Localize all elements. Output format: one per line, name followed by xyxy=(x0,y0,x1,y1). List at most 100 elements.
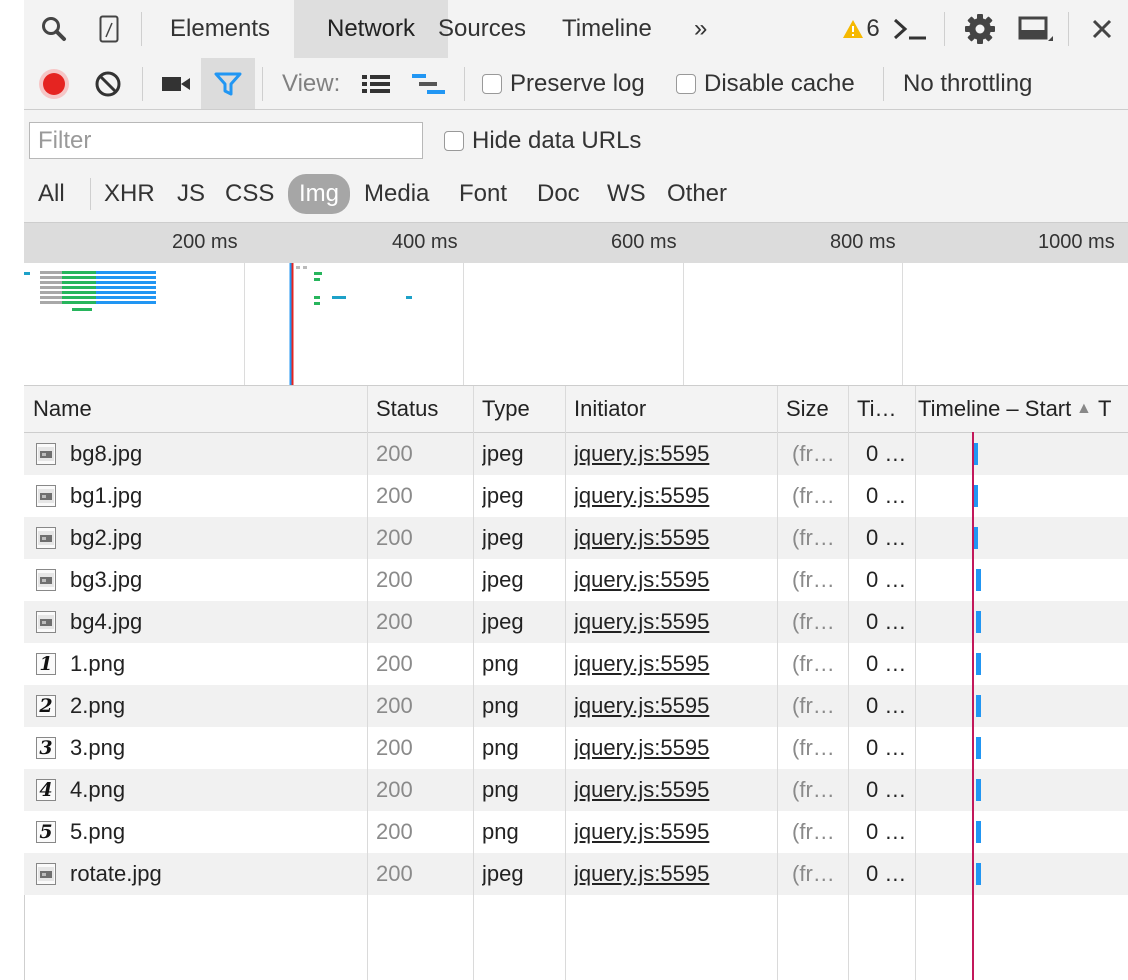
initiator-link[interactable]: jquery.js:5595 xyxy=(574,643,774,685)
settings-gear-icon[interactable] xyxy=(962,0,998,58)
time-cell: 0 … xyxy=(866,819,907,844)
table-row[interactable]: bg8.jpg 200 jpeg jquery.js:5595 (fr… 0 … xyxy=(24,433,1128,475)
request-name-text: 2.png xyxy=(70,693,126,718)
request-name[interactable]: bg4.jpg xyxy=(36,601,366,643)
request-name[interactable]: 4 4.png xyxy=(36,769,366,811)
toolbar-divider xyxy=(883,67,884,101)
sort-ascending-icon[interactable]: ▲ xyxy=(1076,386,1100,432)
initiator-link[interactable]: jquery.js:5595 xyxy=(574,769,774,811)
tab-timeline[interactable]: Timeline xyxy=(548,0,666,58)
initiator-link[interactable]: jquery.js:5595 xyxy=(574,811,774,853)
tab-elements[interactable]: Elements xyxy=(156,0,284,58)
initiator-link[interactable]: jquery.js:5595 xyxy=(574,727,774,769)
preserve-log-checkbox[interactable]: Preserve log xyxy=(482,58,645,109)
console-drawer-icon[interactable] xyxy=(890,0,930,58)
filter-type-font[interactable]: Font xyxy=(451,174,515,214)
filter-type-other[interactable]: Other xyxy=(659,174,735,214)
overview-request-bars xyxy=(24,266,412,311)
table-row[interactable]: rotate.jpg 200 jpeg jquery.js:5595 (fr… 0 … xyxy=(24,853,1128,895)
status-cell: 200 xyxy=(376,567,413,592)
table-row[interactable]: 5 5.png 200 png jquery.js:5595 (fr… 0 … xyxy=(24,811,1128,853)
filter-type-img[interactable]: Img xyxy=(288,174,350,214)
time-cell: 0 … xyxy=(866,777,907,802)
warnings-counter[interactable]: 6 xyxy=(836,0,886,58)
initiator-link[interactable]: jquery.js:5595 xyxy=(574,517,774,559)
device-mode-icon[interactable] xyxy=(94,0,124,58)
initiator-link[interactable]: jquery.js:5595 xyxy=(574,853,774,895)
column-timeline[interactable]: Timeline – Start xyxy=(915,386,1092,432)
column-time[interactable]: Ti… xyxy=(848,386,915,432)
inspect-search-icon[interactable] xyxy=(36,0,72,58)
requests-table-header: Name Status Type Initiator Size Ti… Time… xyxy=(24,386,1128,433)
more-tabs-button[interactable]: » xyxy=(680,0,721,58)
table-row[interactable]: 3 3.png 200 png jquery.js:5595 (fr… 0 … xyxy=(24,727,1128,769)
disable-cache-box[interactable] xyxy=(676,73,696,94)
devtools-panel: Elements Network Sources Timeline » 6 Vi… xyxy=(24,0,1128,980)
record-button[interactable] xyxy=(34,58,74,109)
table-row[interactable]: bg3.jpg 200 jpeg jquery.js:5595 (fr… 0 … xyxy=(24,559,1128,601)
request-name[interactable]: 3 3.png xyxy=(36,727,366,769)
request-name[interactable]: bg8.jpg xyxy=(36,433,366,475)
close-icon[interactable] xyxy=(1084,0,1120,58)
initiator-link[interactable]: jquery.js:5595 xyxy=(574,685,774,727)
table-row[interactable]: 4 4.png 200 png jquery.js:5595 (fr… 0 … xyxy=(24,769,1128,811)
filter-bar: Hide data URLs All XHR JS CSS Img Media … xyxy=(24,110,1128,223)
filter-input[interactable] xyxy=(29,122,423,159)
column-status[interactable]: Status xyxy=(367,386,473,432)
column-divider xyxy=(848,386,849,980)
overview-graph[interactable] xyxy=(24,263,1128,386)
filter-toggle-icon[interactable] xyxy=(201,58,255,109)
filter-type-css[interactable]: CSS xyxy=(217,174,282,214)
initiator-link[interactable]: jquery.js:5595 xyxy=(574,559,774,601)
filter-type-all[interactable]: All xyxy=(30,174,73,214)
filter-type-media[interactable]: Media xyxy=(356,174,437,214)
table-row[interactable]: 2 2.png 200 png jquery.js:5595 (fr… 0 … xyxy=(24,685,1128,727)
hide-data-urls-box[interactable] xyxy=(444,131,464,151)
column-size[interactable]: Size xyxy=(777,386,848,432)
column-initiator[interactable]: Initiator xyxy=(565,386,777,432)
request-name-text: 4.png xyxy=(70,777,126,802)
disable-cache-checkbox[interactable]: Disable cache xyxy=(676,58,855,109)
filter-type-js[interactable]: JS xyxy=(169,174,213,214)
initiator-link[interactable]: jquery.js:5595 xyxy=(574,475,774,517)
tab-sources[interactable]: Sources xyxy=(424,0,540,58)
capture-screenshots-icon[interactable] xyxy=(156,58,196,109)
filter-type-ws[interactable]: WS xyxy=(599,174,654,214)
table-row[interactable]: bg1.jpg 200 jpeg jquery.js:5595 (fr… 0 … xyxy=(24,475,1128,517)
request-name[interactable]: 5 5.png xyxy=(36,811,366,853)
devtools-tab-bar: Elements Network Sources Timeline » 6 xyxy=(24,0,1128,59)
filter-type-xhr[interactable]: XHR xyxy=(96,174,163,214)
table-row[interactable]: bg4.jpg 200 jpeg jquery.js:5595 (fr… 0 … xyxy=(24,601,1128,643)
toolbar-divider xyxy=(464,67,465,101)
initiator-link[interactable]: jquery.js:5595 xyxy=(574,601,774,643)
hide-data-urls-checkbox[interactable]: Hide data URLs xyxy=(444,124,641,158)
tick-label: 800 ms xyxy=(830,231,896,253)
dock-side-icon[interactable] xyxy=(1014,0,1058,58)
preserve-log-box[interactable] xyxy=(482,73,502,94)
toolbar-divider xyxy=(1068,12,1069,46)
time-cell: 0 … xyxy=(866,567,907,592)
initiator-link[interactable]: jquery.js:5595 xyxy=(574,433,774,475)
throttling-select[interactable]: No throttling xyxy=(903,58,1032,109)
table-row[interactable]: 1 1.png 200 png jquery.js:5595 (fr… 0 … xyxy=(24,643,1128,685)
overview-waterfall-icon[interactable] xyxy=(409,58,449,109)
clear-icon[interactable] xyxy=(88,58,128,109)
request-name[interactable]: 1 1.png xyxy=(36,643,366,685)
size-cell: (fr… xyxy=(792,441,835,466)
column-type[interactable]: Type xyxy=(473,386,565,432)
timeline-bar xyxy=(976,779,981,801)
request-name[interactable]: rotate.jpg xyxy=(36,853,366,895)
status-cell: 200 xyxy=(376,441,413,466)
request-name[interactable]: bg3.jpg xyxy=(36,559,366,601)
column-name[interactable]: Name xyxy=(24,386,367,432)
timeline-bar xyxy=(976,737,981,759)
digit-thumbnail-icon: 3 xyxy=(36,737,56,759)
request-name[interactable]: 2 2.png xyxy=(36,685,366,727)
table-row[interactable]: bg2.jpg 200 jpeg jquery.js:5595 (fr… 0 … xyxy=(24,517,1128,559)
large-rows-icon[interactable] xyxy=(359,58,393,109)
filter-type-doc[interactable]: Doc xyxy=(529,174,588,214)
request-name[interactable]: bg2.jpg xyxy=(36,517,366,559)
size-cell: (fr… xyxy=(792,735,835,760)
request-name[interactable]: bg1.jpg xyxy=(36,475,366,517)
digit-thumbnail-icon: 2 xyxy=(36,695,56,717)
